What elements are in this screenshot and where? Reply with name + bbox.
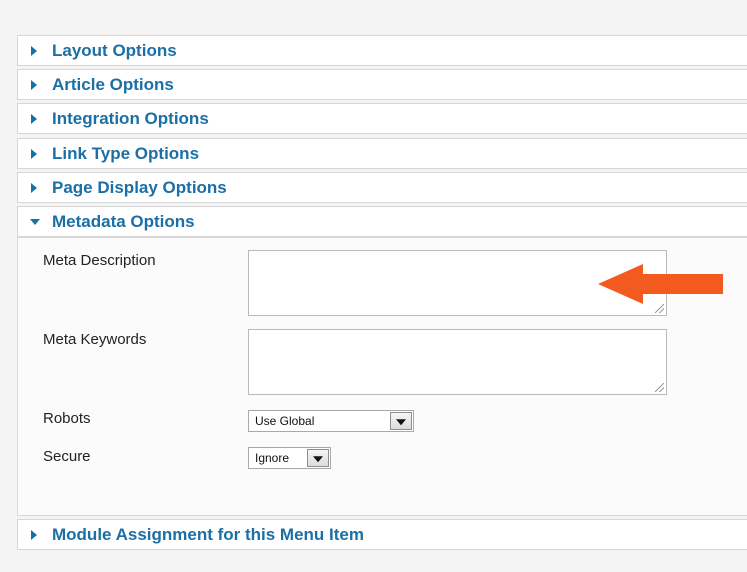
expand-arrow-icon: [31, 182, 37, 193]
expand-arrow-icon: [31, 113, 37, 124]
expand-arrow-icon: [31, 148, 37, 159]
robots-selected-value: Use Global: [255, 414, 315, 428]
secure-select[interactable]: Ignore: [248, 447, 331, 469]
section-title: Link Type Options: [52, 143, 200, 163]
expand-arrow-icon: [31, 45, 37, 56]
meta-keywords-field[interactable]: [248, 329, 667, 395]
robots-label: Robots: [43, 410, 91, 427]
section-module-assignment[interactable]: Module Assignment for this Menu Item: [17, 519, 747, 550]
annotation-arrow-icon: [598, 264, 723, 304]
secure-label: Secure: [43, 448, 91, 465]
section-article-options[interactable]: Article Options: [17, 69, 747, 100]
section-page-display-options[interactable]: Page Display Options: [17, 172, 747, 203]
section-title: Module Assignment for this Menu Item: [52, 524, 364, 544]
section-metadata-options[interactable]: Metadata Options: [17, 206, 747, 237]
secure-selected-value: Ignore: [255, 451, 290, 465]
dropdown-arrow-icon[interactable]: [390, 412, 412, 430]
section-link-type-options[interactable]: Link Type Options: [17, 138, 747, 169]
expand-arrow-icon: [31, 529, 37, 540]
expand-arrow-icon: [31, 79, 37, 90]
section-title: Integration Options: [52, 108, 209, 128]
section-title: Metadata Options: [52, 211, 195, 231]
resize-grip-icon[interactable]: [655, 383, 664, 392]
resize-grip-icon[interactable]: [655, 304, 664, 313]
section-title: Article Options: [52, 74, 174, 94]
section-integration-options[interactable]: Integration Options: [17, 103, 747, 134]
dropdown-arrow-icon[interactable]: [307, 449, 329, 467]
robots-select[interactable]: Use Global: [248, 410, 414, 432]
section-title: Page Display Options: [52, 177, 227, 197]
meta-description-label: Meta Description: [43, 252, 156, 269]
section-layout-options[interactable]: Layout Options: [17, 35, 747, 66]
meta-keywords-label: Meta Keywords: [43, 331, 147, 348]
collapse-arrow-icon: [30, 218, 40, 225]
section-title: Layout Options: [52, 40, 177, 60]
